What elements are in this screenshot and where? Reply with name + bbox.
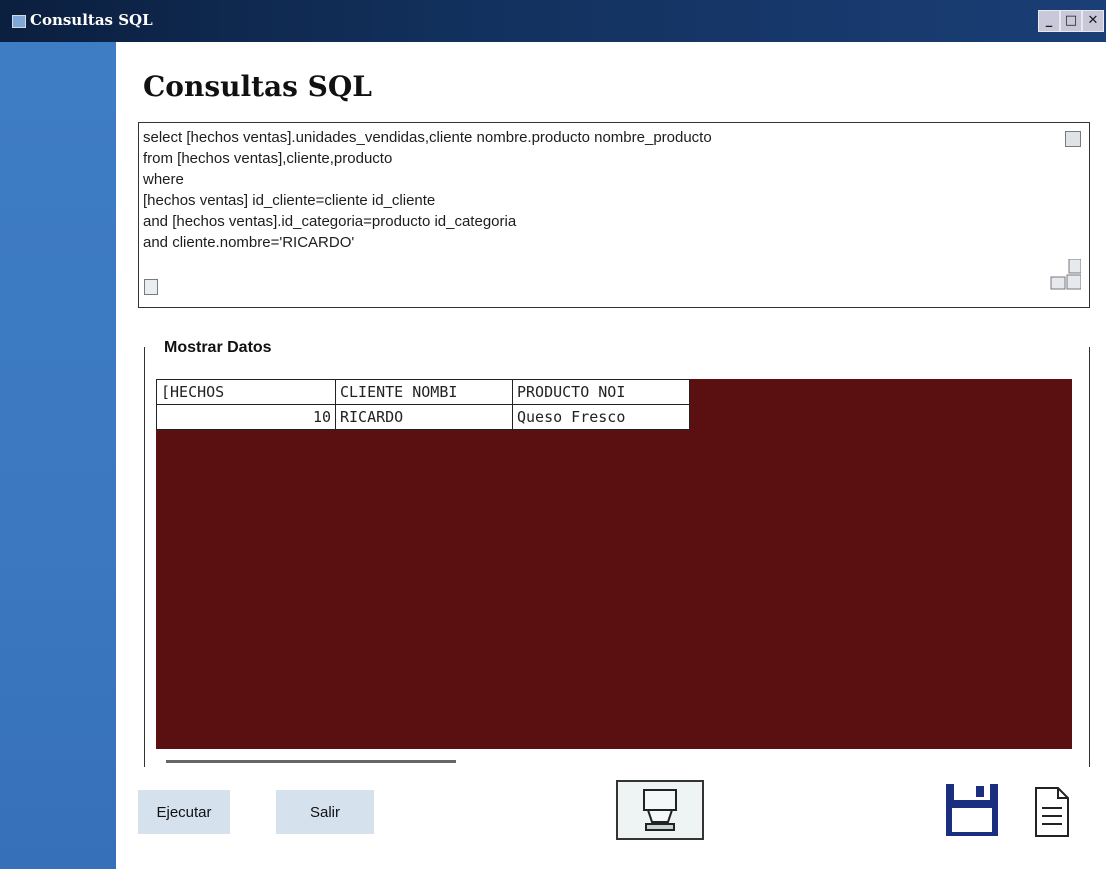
sql-line: and [hechos ventas].id_categoria=product… xyxy=(143,213,517,230)
minimize-icon[interactable]: _ xyxy=(1038,10,1060,32)
scroll-left-arrow-icon[interactable] xyxy=(144,279,158,295)
maximize-icon[interactable]: □ xyxy=(1060,10,1082,32)
execute-button[interactable]: Ejecutar xyxy=(138,790,230,834)
window-title: Consultas SQL xyxy=(30,11,153,29)
results-grid[interactable]: [HECHOS CLIENTE NOMBI PRODUCTO NOI 10 RI… xyxy=(156,379,1072,749)
table-cell[interactable]: 10 xyxy=(156,404,336,430)
horizontal-scrollbar[interactable] xyxy=(166,760,456,763)
floppy-disk-icon[interactable] xyxy=(944,782,1000,838)
sql-query-text[interactable]: select [hechos ventas].unidades_vendidas… xyxy=(143,127,1043,253)
title-bar: Consultas SQL _ □ ✕ xyxy=(0,0,1106,42)
app-icon xyxy=(12,15,26,28)
resize-grip-icon[interactable] xyxy=(1049,259,1081,291)
table-row[interactable]: 10 RICARDO Queso Fresco xyxy=(156,404,690,430)
table-cell[interactable]: Queso Fresco xyxy=(512,404,690,430)
document-icon[interactable] xyxy=(1032,786,1072,838)
exit-button[interactable]: Salir xyxy=(276,790,374,834)
column-header[interactable]: [HECHOS xyxy=(156,379,336,405)
column-header[interactable]: PRODUCTO NOI xyxy=(512,379,690,405)
form-area: Consultas SQL select [hechos ventas].uni… xyxy=(116,42,1106,869)
sql-line: and cliente.nombre='RICARDO' xyxy=(143,234,355,251)
sql-line: select [hechos ventas].unidades_vendidas… xyxy=(143,129,712,146)
results-table: [HECHOS CLIENTE NOMBI PRODUCTO NOI 10 RI… xyxy=(156,379,690,430)
printer-icon[interactable] xyxy=(616,780,704,840)
sql-query-editor[interactable]: select [hechos ventas].unidades_vendidas… xyxy=(138,122,1090,308)
sql-line: [hechos ventas] id_cliente=cliente id_cl… xyxy=(143,192,436,209)
page-title: Consultas SQL xyxy=(143,70,372,103)
close-icon[interactable]: ✕ xyxy=(1082,10,1104,32)
table-cell[interactable]: RICARDO xyxy=(335,404,513,430)
table-header-row: [HECHOS CLIENTE NOMBI PRODUCTO NOI xyxy=(156,379,690,405)
results-group-label: Mostrar Datos xyxy=(160,339,276,357)
column-header[interactable]: CLIENTE NOMBI xyxy=(335,379,513,405)
sql-line: from [hechos ventas],cliente,producto xyxy=(143,150,393,167)
scroll-up-arrow-icon[interactable] xyxy=(1065,131,1081,147)
sql-line: where xyxy=(143,171,184,188)
sidebar xyxy=(0,42,116,869)
